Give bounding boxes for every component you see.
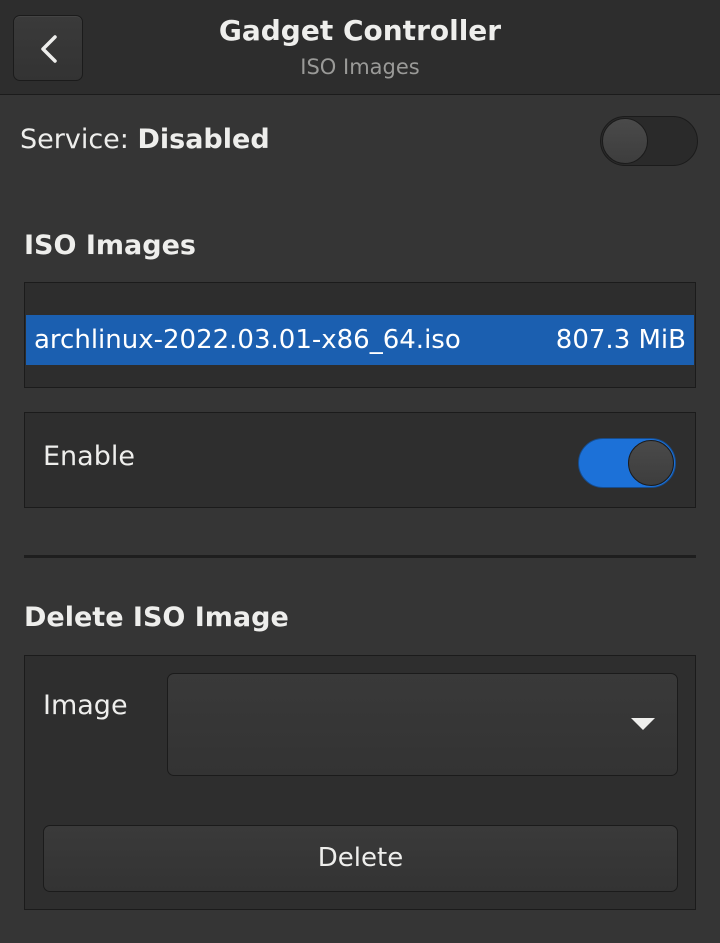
enable-toggle[interactable] <box>578 438 676 488</box>
iso-images-heading: ISO Images <box>24 230 196 261</box>
toggle-knob <box>602 118 648 164</box>
page-subtitle: ISO Images <box>300 55 420 79</box>
image-label: Image <box>43 690 128 721</box>
service-toggle[interactable] <box>600 116 698 166</box>
iso-image-list: archlinux-2022.03.01-x86_64.iso 807.3 Mi… <box>24 282 696 388</box>
separator <box>24 555 696 558</box>
header-bar: Gadget Controller ISO Images <box>0 0 720 95</box>
list-item[interactable]: archlinux-2022.03.01-x86_64.iso 807.3 Mi… <box>26 315 694 365</box>
service-label: Service: <box>20 124 138 155</box>
delete-iso-panel: Image Delete <box>24 655 696 910</box>
iso-name: archlinux-2022.03.01-x86_64.iso <box>34 325 461 355</box>
iso-size: 807.3 MiB <box>555 325 686 355</box>
page-title: Gadget Controller <box>218 14 502 47</box>
service-status: Service: Disabled <box>20 124 270 155</box>
dropdown-arrow-icon <box>631 718 655 730</box>
delete-iso-heading: Delete ISO Image <box>24 602 289 633</box>
enable-label: Enable <box>43 441 135 472</box>
enable-row: Enable <box>24 412 696 508</box>
image-dropdown[interactable] <box>167 673 678 776</box>
service-status-value: Disabled <box>137 124 270 155</box>
toggle-knob <box>628 440 674 486</box>
delete-button[interactable]: Delete <box>43 825 678 892</box>
